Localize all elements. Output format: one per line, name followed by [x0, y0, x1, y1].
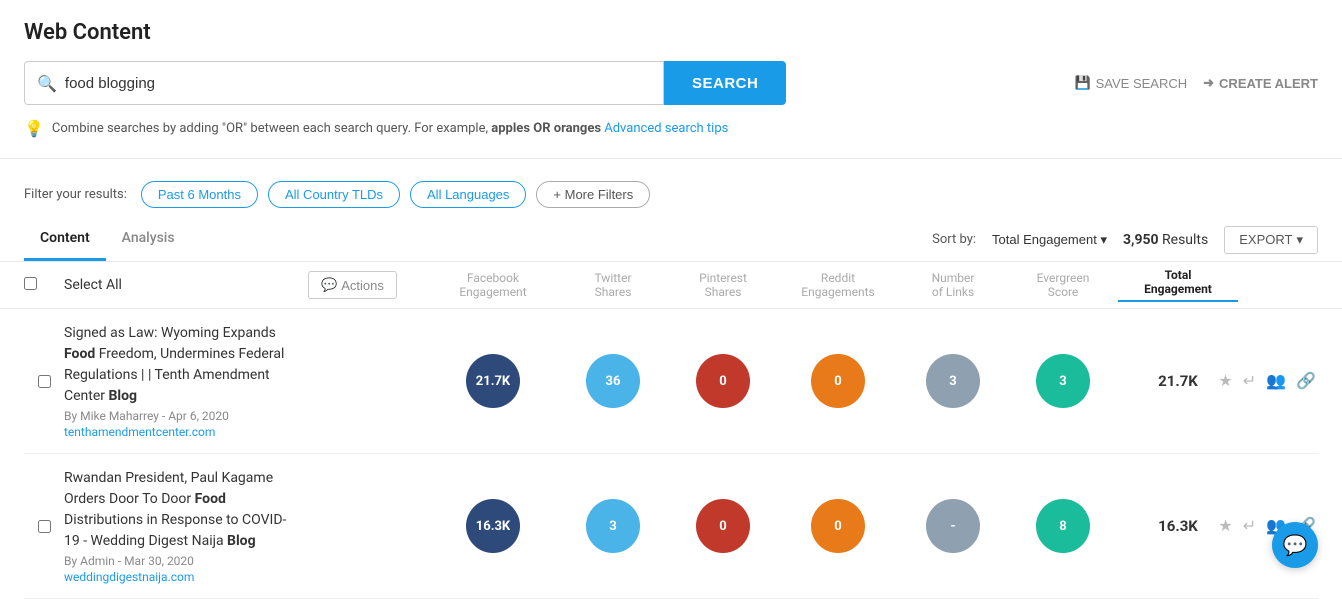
alert-icon: ➜ — [1203, 75, 1214, 91]
sort-label: Sort by: — [932, 232, 976, 247]
search-input[interactable] — [65, 75, 651, 92]
tabs-left: Content Analysis — [24, 218, 191, 261]
row-evergreen: 8 — [1008, 499, 1118, 553]
page-container: Web Content 🔍 SEARCH 💾 SAVE SEARCH ➜ CRE… — [0, 0, 1342, 599]
reddit-circle: 0 — [811, 499, 865, 553]
filter-country-button[interactable]: All Country TLDs — [268, 181, 400, 208]
row-reddit: 0 — [778, 499, 898, 553]
hint-text: Combine searches by adding "OR" between … — [52, 121, 728, 136]
total-value: 16.3K — [1158, 517, 1198, 535]
row-reddit: 0 — [778, 354, 898, 408]
reddit-circle: 0 — [811, 354, 865, 408]
create-alert-button[interactable]: ➜ CREATE ALERT — [1203, 75, 1318, 91]
link-button[interactable]: 🔗 — [1294, 369, 1318, 393]
share-button[interactable]: ↵ — [1241, 514, 1258, 538]
row-links: 3 — [898, 354, 1008, 408]
row-action-buttons: ★ ↵ 👥 🔗 — [1238, 369, 1318, 393]
row-checkbox-wrap — [24, 520, 64, 533]
save-search-button[interactable]: 💾 SAVE SEARCH — [1074, 75, 1187, 91]
th-checkbox — [24, 277, 64, 294]
actions-button[interactable]: 💬 Actions — [308, 271, 397, 299]
evergreen-circle: 8 — [1036, 499, 1090, 553]
export-button[interactable]: EXPORT ▾ — [1224, 226, 1318, 254]
row-twitter: 3 — [558, 499, 668, 553]
row-title-area: Rwandan President, Paul Kagame Orders Do… — [64, 468, 308, 584]
result-title: Rwandan President, Paul Kagame Orders Do… — [64, 468, 298, 552]
table-row: Rwandan President, Paul Kagame Orders Do… — [24, 454, 1318, 599]
th-twitter: TwitterShares — [558, 271, 668, 299]
table-header: Select All 💬 Actions FacebookEngagement … — [0, 262, 1342, 309]
search-icon: 🔍 — [37, 74, 57, 93]
facebook-circle: 21.7K — [466, 354, 520, 408]
filter-time-button[interactable]: Past 6 Months — [141, 181, 258, 208]
header-right-actions: 💾 SAVE SEARCH ➜ CREATE ALERT — [1074, 75, 1318, 91]
filter-label: Filter your results: — [24, 187, 127, 202]
result-meta: By Mike Maharrey - Apr 6, 2020 — [64, 409, 298, 423]
result-domain[interactable]: weddingdigestnaija.com — [64, 570, 298, 584]
results-area: Signed as Law: Wyoming Expands Food Free… — [0, 309, 1342, 599]
row-twitter: 36 — [558, 354, 668, 408]
result-meta: By Admin - Mar 30, 2020 — [64, 554, 298, 568]
hint-row: 💡 Combine searches by adding "OR" betwee… — [24, 115, 1318, 146]
row-evergreen: 3 — [1008, 354, 1118, 408]
tabs-right: Sort by: Total Engagement ▾ 3,950 Result… — [932, 226, 1318, 254]
sort-select[interactable]: Total Engagement ▾ — [992, 232, 1107, 248]
save-icon: 💾 — [1074, 75, 1090, 91]
chat-bubble[interactable]: 💬 — [1272, 522, 1318, 568]
row-actions: ★ ↵ 👥 🔗 — [1238, 369, 1318, 393]
th-links: Numberof Links — [898, 271, 1008, 299]
th-title: Select All — [64, 277, 308, 293]
advanced-search-link[interactable]: Advanced search tips — [604, 121, 728, 136]
page-title: Web Content — [24, 20, 1318, 45]
row-checkbox[interactable] — [38, 375, 51, 388]
th-reddit: RedditEngagements — [778, 271, 898, 299]
search-button[interactable]: SEARCH — [664, 61, 786, 105]
header-divider — [0, 158, 1342, 159]
bookmark-button[interactable]: ★ — [1216, 369, 1234, 393]
users-button[interactable]: 👥 — [1264, 369, 1288, 393]
facebook-circle: 16.3K — [466, 499, 520, 553]
th-pinterest: PinterestShares — [668, 271, 778, 299]
evergreen-circle: 3 — [1036, 354, 1090, 408]
results-count: 3,950 Results — [1123, 232, 1208, 248]
links-circle: 3 — [926, 354, 980, 408]
row-checkbox-wrap — [24, 375, 64, 388]
row-facebook: 21.7K — [428, 354, 558, 408]
bookmark-button[interactable]: ★ — [1216, 514, 1234, 538]
th-actions: 💬 Actions — [308, 271, 428, 299]
result-title: Signed as Law: Wyoming Expands Food Free… — [64, 323, 298, 407]
filter-more-button[interactable]: + More Filters — [536, 181, 650, 208]
twitter-circle: 3 — [586, 499, 640, 553]
result-domain[interactable]: tenthamendmentcenter.com — [64, 425, 298, 439]
th-facebook: FacebookEngagement — [428, 271, 558, 299]
header: Web Content 🔍 SEARCH 💾 SAVE SEARCH ➜ CRE… — [0, 0, 1342, 158]
share-button[interactable]: ↵ — [1241, 369, 1258, 393]
row-title-area: Signed as Law: Wyoming Expands Food Free… — [64, 323, 308, 439]
select-all-checkbox[interactable] — [24, 277, 37, 290]
filter-row: Filter your results: Past 6 Months All C… — [0, 171, 1342, 218]
total-value: 21.7K — [1158, 372, 1198, 390]
row-pinterest: 0 — [668, 499, 778, 553]
row-links: - — [898, 499, 1008, 553]
tabs-row: Content Analysis Sort by: Total Engageme… — [0, 218, 1342, 262]
row-checkbox[interactable] — [38, 520, 51, 533]
table-row: Signed as Law: Wyoming Expands Food Free… — [24, 309, 1318, 454]
twitter-circle: 36 — [586, 354, 640, 408]
row-facebook: 16.3K — [428, 499, 558, 553]
pinterest-circle: 0 — [696, 354, 750, 408]
th-total-engagement: TotalEngagement — [1118, 268, 1238, 302]
th-evergreen: EvergreenScore — [1008, 271, 1118, 299]
tab-content[interactable]: Content — [24, 218, 106, 261]
links-circle: - — [926, 499, 980, 553]
search-input-wrapper: 🔍 — [24, 61, 664, 105]
search-bar-row: 🔍 SEARCH 💾 SAVE SEARCH ➜ CREATE ALERT — [24, 61, 1318, 105]
pinterest-circle: 0 — [696, 499, 750, 553]
filter-language-button[interactable]: All Languages — [410, 181, 526, 208]
hint-icon: 💡 — [24, 119, 44, 138]
row-pinterest: 0 — [668, 354, 778, 408]
tab-analysis[interactable]: Analysis — [106, 218, 191, 261]
